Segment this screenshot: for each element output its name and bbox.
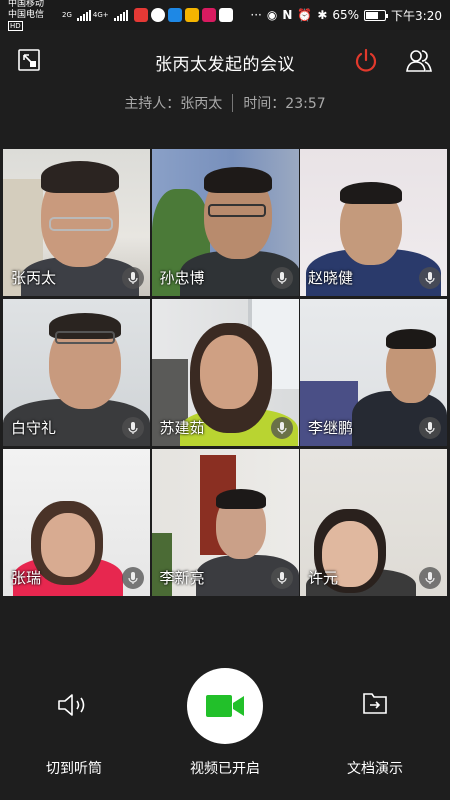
app-notification-icon xyxy=(184,8,199,22)
meeting-title: 张丙太发起的会议 xyxy=(155,55,295,75)
mic-icon xyxy=(270,417,293,439)
app-notification-icon xyxy=(201,8,216,22)
host-label: 主持人：张丙太 xyxy=(124,96,223,112)
alarm-icon: ⏰ xyxy=(297,8,313,22)
participant-video-tile[interactable]: 张丙太 xyxy=(3,149,150,296)
clock: 下午3:20 xyxy=(391,8,442,23)
signal-icon xyxy=(76,9,91,21)
mic-icon xyxy=(270,567,293,589)
status-right: ··· ◉ N ⏰ ✱ 65% 下午3:20 xyxy=(250,7,442,24)
divider xyxy=(232,94,234,112)
participant-video-tile[interactable]: 许元 xyxy=(300,449,447,596)
participant-name: 苏建茹 xyxy=(159,419,205,437)
speaker-icon xyxy=(58,694,85,716)
more-icon: ··· xyxy=(250,8,262,22)
app-notification-icon xyxy=(150,8,165,22)
app-notification-icon xyxy=(167,8,182,22)
participant-video-tile[interactable]: 张瑞 xyxy=(3,449,150,596)
participant-video-tile[interactable]: 孙忠博 xyxy=(151,149,299,296)
participant-name: 孙忠博 xyxy=(159,269,205,287)
carrier-1: 中国移动 xyxy=(8,0,45,9)
video-on-label: 视频已开启 xyxy=(190,761,260,777)
battery-icon xyxy=(364,9,389,21)
notification-app-icons xyxy=(133,8,233,22)
participant-video-tile[interactable]: 苏建茹 xyxy=(151,299,299,446)
mic-icon xyxy=(122,567,144,589)
video-grid: 张丙太 孙忠博 赵晓健 白守礼 苏建茹 李继鹏 张瑞 李新亮 许元 xyxy=(3,149,447,596)
mic-icon xyxy=(122,417,144,439)
app-notification-icon xyxy=(218,8,233,22)
meeting-header: 张丙太发起的会议 xyxy=(0,30,450,92)
eye-icon: ◉ xyxy=(266,8,278,22)
participant-name: 赵晓健 xyxy=(308,269,354,287)
signal-icon-2 xyxy=(113,9,128,21)
video-toggle-button[interactable] xyxy=(187,668,263,744)
participant-name: 许元 xyxy=(308,569,339,587)
mic-icon xyxy=(122,267,144,289)
mic-icon xyxy=(419,567,441,589)
carrier-info: 中国移动 中国电信 HD xyxy=(8,0,60,32)
network-type-1: 2G xyxy=(62,11,72,19)
video-camera-icon xyxy=(206,695,244,717)
network-type-2: 4G+ xyxy=(92,11,109,19)
meeting-info: 主持人：张丙太 时间：23:57 xyxy=(0,93,450,113)
switch-to-earpiece-label: 切到听筒 xyxy=(46,761,102,777)
participant-name: 张瑞 xyxy=(11,569,42,587)
app-notification-icon xyxy=(133,8,148,22)
mic-icon xyxy=(419,267,441,289)
mic-icon xyxy=(419,417,441,439)
document-share-label: 文档演示 xyxy=(347,761,403,777)
mic-icon xyxy=(270,267,293,289)
participants-icon[interactable] xyxy=(405,47,433,73)
bluetooth-icon: ✱ xyxy=(317,8,328,22)
carrier-2: 中国电信 HD xyxy=(8,9,45,31)
participant-video-tile[interactable]: 赵晓健 xyxy=(300,149,447,296)
nfc-icon: N xyxy=(282,8,293,22)
participant-name: 李继鹏 xyxy=(308,419,354,437)
duration-label: 时间：23:57 xyxy=(243,96,326,112)
participant-video-tile[interactable]: 李新亮 xyxy=(151,449,299,596)
battery-percent: 65% xyxy=(332,8,360,22)
status-bar: 中国移动 中国电信 HD 2G 4G+ ··· ◉ N ⏰ ✱ 65% 下午3:… xyxy=(0,0,450,32)
participant-name: 李新亮 xyxy=(159,569,205,587)
participant-name: 张丙太 xyxy=(11,269,57,287)
participant-video-tile[interactable]: 白守礼 xyxy=(3,299,150,446)
end-meeting-power-icon[interactable] xyxy=(353,47,379,73)
meeting-controls: 切到听筒 视频已开启 文档演示 xyxy=(0,660,450,800)
participant-video-tile[interactable]: 李继鹏 xyxy=(300,299,447,446)
document-share-icon xyxy=(363,693,387,714)
participant-name: 白守礼 xyxy=(11,419,57,437)
